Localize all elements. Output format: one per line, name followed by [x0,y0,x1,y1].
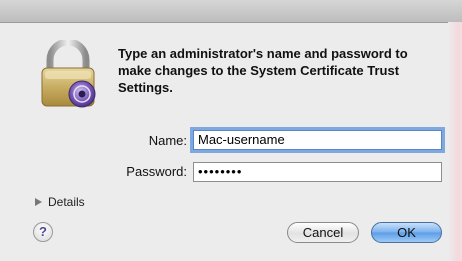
password-field[interactable]: •••••••• [193,162,442,182]
help-button[interactable]: ? [33,222,53,242]
dialog-message: Type an administrator's name and passwor… [118,46,408,95]
disclosure-triangle-icon[interactable] [35,198,42,206]
password-label: Password: [126,164,187,179]
dialog-titlebar [0,0,462,23]
ok-button[interactable]: OK [371,222,442,243]
cancel-button[interactable]: Cancel [287,222,359,243]
name-field-value: Mac-username [198,132,285,147]
authentication-dialog: Type an administrator's name and passwor… [0,0,462,261]
lock-icon [36,38,100,110]
background-window-edge [448,22,462,261]
name-field[interactable]: Mac-username [193,130,442,150]
details-disclosure[interactable]: Details [35,195,85,209]
details-label: Details [48,195,85,209]
name-label: Name: [148,133,187,148]
